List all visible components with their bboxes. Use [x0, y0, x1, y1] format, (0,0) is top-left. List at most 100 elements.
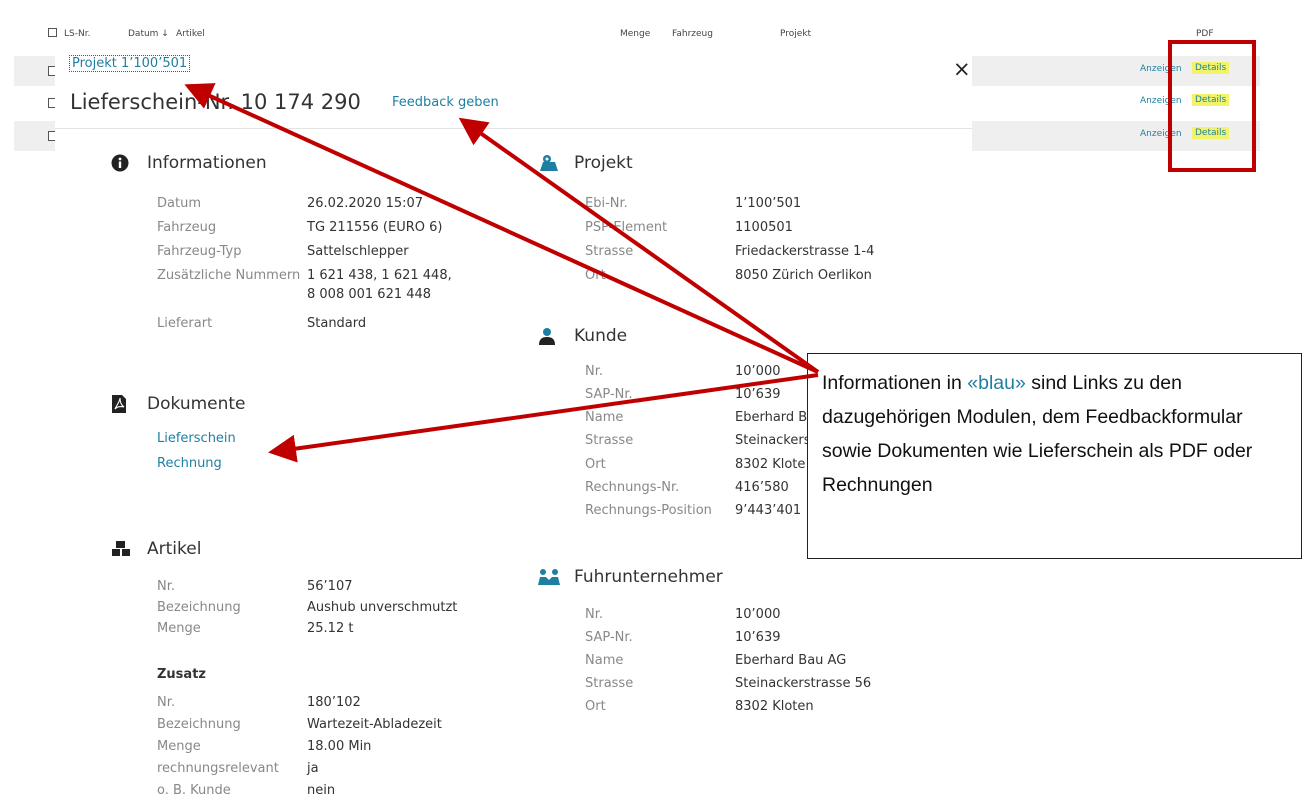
field-label: SAP-Nr. — [585, 387, 633, 402]
field-label: Strasse — [585, 676, 634, 691]
field-label: Ebi-Nr. — [585, 196, 628, 211]
user-tie-icon — [538, 327, 556, 345]
field-value: 26.02.2020 15:07 — [307, 196, 424, 211]
section-fuhrunternehmer-heading: Fuhrunternehmer — [538, 567, 723, 587]
artikel-fields: Nr. 56’107 Bezeichnung Aushub unverschmu… — [157, 579, 537, 659]
lieferschein-link[interactable]: Lieferschein — [157, 431, 236, 446]
field-label: Name — [585, 653, 624, 668]
field-label: Ort — [585, 699, 606, 714]
field-value: TG 211556 (EURO 6) — [307, 220, 443, 235]
annotation-highlight-box — [1168, 40, 1256, 172]
section-artikel-heading: Artikel — [111, 539, 201, 559]
field-label: PSP-Element — [585, 220, 668, 235]
rechnung-link[interactable]: Rechnung — [157, 456, 222, 471]
field-label: Nr. — [585, 364, 604, 379]
field-value: Wartezeit-Abladezeit — [307, 717, 442, 732]
feedback-link[interactable]: Feedback geben — [392, 95, 499, 110]
fuhrunternehmer-fields: Nr. 10’000 SAP-Nr. 10’639 Name Eberhard … — [585, 607, 965, 727]
col-datum[interactable]: Datum ↓ — [128, 29, 169, 39]
field-label: Bezeichnung — [157, 600, 241, 615]
section-title: Artikel — [147, 539, 202, 559]
field-label: Name — [585, 410, 624, 425]
field-value: 25.12 t — [307, 621, 354, 636]
field-value: 1 621 438, 1 621 448, — [307, 268, 452, 283]
field-value: 10’000 — [735, 364, 781, 379]
field-label: Ort — [585, 457, 606, 472]
field-value: Standard — [307, 316, 367, 331]
projekt-fields: Ebi-Nr. 1’100’501 PSP-Element 1100501 St… — [585, 196, 965, 286]
section-informationen-heading: Informationen — [111, 153, 267, 173]
modal-title: Lieferschein-Nr. 10 174 290 — [70, 90, 361, 114]
field-value: Eberhard Bau AG — [735, 653, 847, 668]
section-title: Projekt — [574, 153, 633, 173]
field-value: 1’100’501 — [735, 196, 802, 211]
table-header: LS-Nr. Datum ↓ Artikel Menge Fahrzeug Pr… — [0, 26, 1308, 46]
field-value: Friedackerstrasse 1-4 — [735, 244, 875, 259]
field-label: Nr. — [157, 695, 176, 710]
kunde-fields: Nr. 10’000 SAP-Nr. 10’639 Name Eberhard … — [585, 364, 837, 534]
zusatz-heading: Zusatz — [157, 667, 206, 682]
field-label: Fahrzeug — [157, 220, 217, 235]
field-value: 56’107 — [307, 579, 353, 594]
field-label: Menge — [157, 621, 201, 636]
col-menge[interactable]: Menge — [620, 29, 650, 39]
field-value: 8302 Kloten — [735, 699, 814, 714]
col-ls-nr[interactable]: LS-Nr. — [64, 29, 90, 39]
field-label: o. B. Kunde — [157, 783, 231, 798]
field-label: Zusätzliche Nummern — [157, 268, 301, 283]
field-label: SAP-Nr. — [585, 630, 633, 645]
col-artikel[interactable]: Artikel — [176, 29, 205, 39]
field-value: 8302 Klote — [735, 457, 806, 472]
field-label: Ort — [585, 268, 606, 283]
pdf-icon — [111, 395, 129, 413]
section-kunde-heading: Kunde — [538, 326, 627, 346]
section-title: Dokumente — [147, 394, 246, 414]
field-label: rechnungsrelevant — [157, 761, 279, 776]
field-value: 8050 Zürich Oerlikon — [735, 268, 872, 283]
map-pin-icon — [538, 154, 558, 172]
close-icon[interactable]: × — [953, 57, 971, 81]
field-value: 10’639 — [735, 630, 781, 645]
field-value: 416’580 — [735, 480, 789, 495]
field-value: 8 008 001 621 448 — [307, 287, 432, 302]
handshake-icon — [538, 568, 560, 586]
field-label: Rechnungs-Position — [585, 503, 712, 518]
field-value: Steinackers — [735, 433, 811, 448]
section-title: Informationen — [147, 153, 267, 173]
field-label: Strasse — [585, 244, 634, 259]
field-label: Strasse — [585, 433, 634, 448]
section-projekt-heading: Projekt — [538, 153, 633, 173]
field-value: ja — [307, 761, 319, 776]
informationen-fields: Datum 26.02.2020 15:07 Fahrzeug TG 21155… — [157, 196, 537, 336]
field-value: 10’000 — [735, 607, 781, 622]
select-all-checkbox[interactable] — [48, 28, 57, 37]
col-projekt[interactable]: Projekt — [780, 29, 811, 39]
callout-text: Informationen in — [822, 372, 968, 394]
field-label: Menge — [157, 739, 201, 754]
section-title: Fuhrunternehmer — [574, 567, 723, 587]
field-value: 180’102 — [307, 695, 361, 710]
info-icon — [111, 154, 129, 172]
zusatz-fields: Nr. 180’102 Bezeichnung Wartezeit-Ablade… — [157, 695, 537, 809]
field-value: Steinackerstrasse 56 — [735, 676, 872, 691]
modal-header: Projekt 1’100’501 Lieferschein-Nr. 10 17… — [55, 46, 972, 129]
field-label: Nr. — [585, 607, 604, 622]
col-pdf: PDF — [1196, 29, 1214, 39]
field-value: 1100501 — [735, 220, 793, 235]
section-title: Kunde — [574, 326, 628, 346]
field-label: Datum — [157, 196, 201, 211]
field-value: 18.00 Min — [307, 739, 372, 754]
field-value: 10’639 — [735, 387, 781, 402]
field-label: Bezeichnung — [157, 717, 241, 732]
col-fahrzeug[interactable]: Fahrzeug — [672, 29, 713, 39]
cubes-icon — [111, 540, 130, 558]
annotation-callout: Informationen in «blau» sind Links zu de… — [807, 353, 1302, 559]
field-label: Fahrzeug-Typ — [157, 244, 242, 259]
field-value: 9’443’401 — [735, 503, 802, 518]
callout-blau: «blau» — [967, 372, 1026, 394]
field-value: nein — [307, 783, 336, 798]
field-value: Eberhard B — [735, 410, 808, 425]
field-label: Lieferart — [157, 316, 213, 331]
project-link[interactable]: Projekt 1’100’501 — [68, 55, 191, 72]
field-label: Nr. — [157, 579, 176, 594]
